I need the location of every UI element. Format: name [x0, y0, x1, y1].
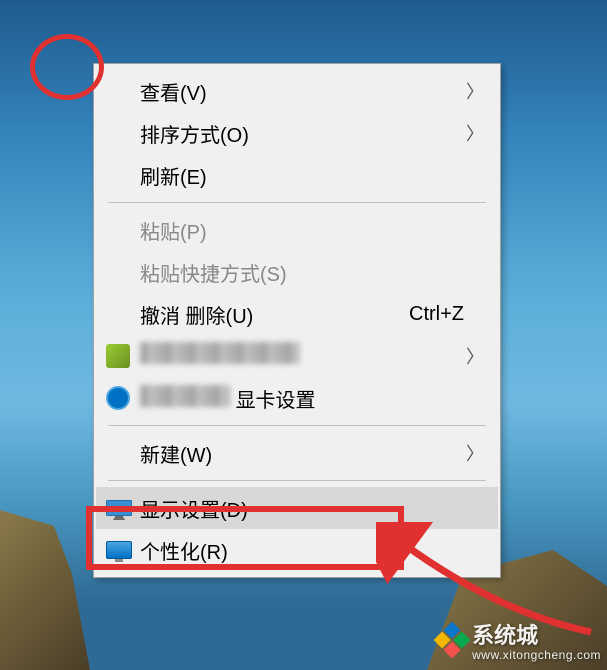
menu-undo-delete[interactable]: 撤消 删除(U) Ctrl+Z: [96, 293, 498, 335]
icon-empty: [106, 161, 140, 189]
menu-new-label: 新建(W): [140, 439, 484, 468]
menu-paste-label: 粘贴(P): [140, 216, 484, 245]
menu-paste-shortcut: 粘贴快捷方式(S): [96, 251, 498, 293]
menu-vendor-label: [140, 342, 484, 370]
intel-icon: [106, 384, 140, 412]
icon-empty: [106, 300, 140, 328]
menu-personalize[interactable]: 个性化(R): [96, 529, 498, 571]
icon-empty: [106, 77, 140, 105]
watermark-url: www.xitongcheng.com: [472, 648, 601, 662]
menu-sort-label: 排序方式(O): [140, 119, 484, 148]
icon-empty: [106, 216, 140, 244]
menu-undo-label: 撤消 删除(U): [140, 300, 409, 329]
menu-vendor-app[interactable]: 〉: [96, 335, 498, 377]
chevron-right-icon: 〉: [466, 440, 484, 466]
menu-refresh-label: 刷新(E): [140, 161, 484, 190]
icon-empty: [106, 439, 140, 467]
watermark: 系统城 www.xitongcheng.com: [438, 618, 601, 662]
menu-display-settings-label: 显示设置(D): [140, 494, 484, 523]
monitor-icon: [106, 536, 140, 564]
menu-view-label: 查看(V): [140, 77, 484, 106]
menu-undo-shortcut: Ctrl+Z: [409, 303, 464, 326]
desktop-context-menu: 查看(V) 〉 排序方式(O) 〉 刷新(E) 粘贴(P) 粘贴快捷方式(S) …: [93, 63, 501, 578]
menu-sort[interactable]: 排序方式(O) 〉: [96, 112, 498, 154]
gpu-settings-suffix: 显卡设置: [236, 390, 316, 412]
menu-gpu-label: 显卡设置: [140, 384, 484, 413]
menu-refresh[interactable]: 刷新(E): [96, 154, 498, 196]
menu-gpu-settings[interactable]: 显卡设置: [96, 377, 498, 419]
watermark-logo-icon: [432, 620, 472, 660]
menu-paste: 粘贴(P): [96, 209, 498, 251]
chevron-right-icon: 〉: [466, 343, 484, 369]
separator: [108, 480, 486, 481]
chevron-right-icon: 〉: [466, 120, 484, 146]
chevron-right-icon: 〉: [466, 78, 484, 104]
menu-new[interactable]: 新建(W) 〉: [96, 432, 498, 474]
icon-empty: [106, 119, 140, 147]
menu-personalize-label: 个性化(R): [140, 536, 484, 565]
vendor-app-icon: [106, 342, 140, 370]
icon-empty: [106, 258, 140, 286]
display-icon: [106, 494, 140, 522]
rock-left: [0, 510, 90, 670]
menu-view[interactable]: 查看(V) 〉: [96, 70, 498, 112]
menu-display-settings[interactable]: 显示设置(D): [96, 487, 498, 529]
watermark-brand: 系统城: [472, 623, 538, 648]
separator: [108, 202, 486, 203]
separator: [108, 425, 486, 426]
menu-paste-shortcut-label: 粘贴快捷方式(S): [140, 258, 484, 287]
